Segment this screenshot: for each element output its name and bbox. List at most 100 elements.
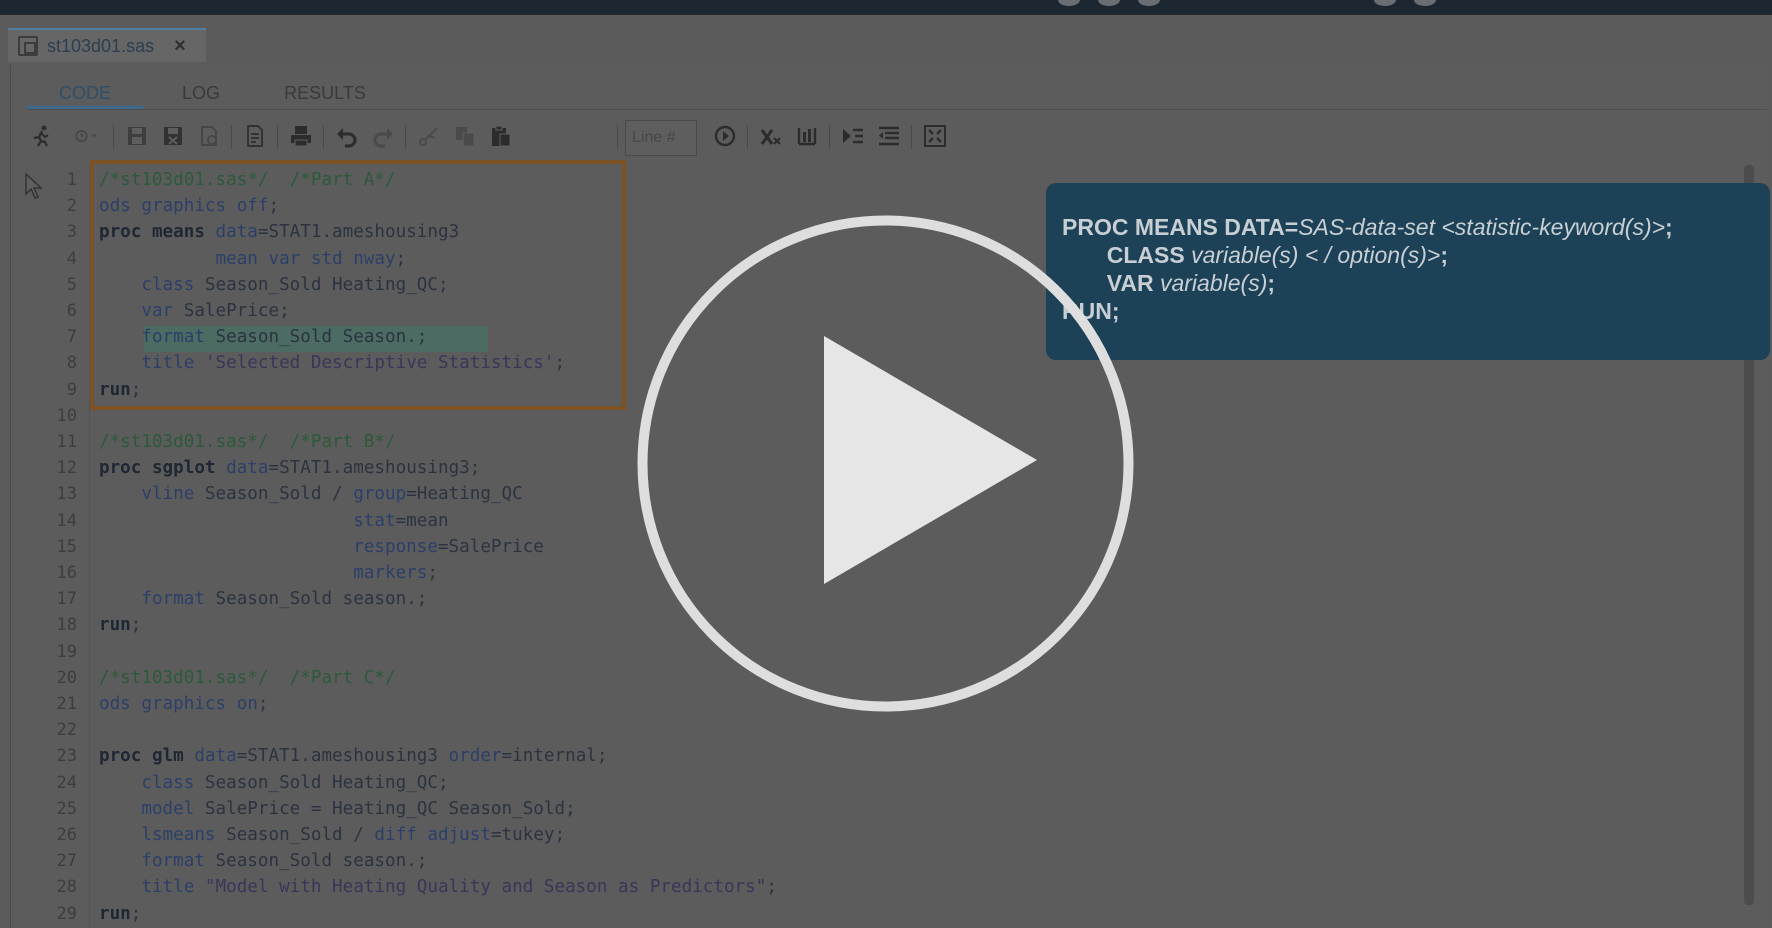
code-token: proc glm (99, 746, 184, 767)
code-token: model (99, 798, 195, 819)
syntax-line-proc-means: PROC MEANS DATA=SAS-data-set <statistic-… (1062, 213, 1754, 241)
code-token: diff adjust (374, 825, 491, 845)
code-token: run (99, 615, 131, 636)
toolbar-circle-icon[interactable] (1138, 0, 1160, 6)
line-number: 20 (56, 667, 77, 688)
run-icon[interactable] (27, 121, 57, 151)
code-token: lsmeans (99, 825, 216, 845)
code-token: "Model with Heating Quality and Season a… (194, 877, 767, 898)
code-line[interactable]: run; (99, 612, 141, 638)
tab-code[interactable]: CODE (27, 75, 143, 109)
close-tab-button[interactable]: × (174, 35, 186, 58)
save-as-icon[interactable] (158, 121, 188, 151)
toolbar-circle-icon[interactable] (1058, 0, 1080, 6)
view-tabs: CODE LOG RESULTS (27, 75, 391, 109)
code-token: ; (427, 563, 438, 583)
code-line[interactable]: format Season_Sold season.; (99, 848, 427, 874)
outdent-icon[interactable] (874, 121, 904, 151)
code-token: proc sgplot (99, 458, 216, 479)
line-number-input[interactable] (625, 120, 697, 156)
undo-icon[interactable] (332, 121, 362, 151)
code-token: format (99, 589, 205, 610)
syntax-token: ; (1440, 242, 1449, 268)
part-a-highlight-box (90, 160, 626, 410)
toolbar-separator (405, 125, 406, 149)
line-number: 27 (56, 851, 77, 872)
code-line[interactable]: vline Season_Sold / group=Heating_QC (99, 481, 523, 507)
globe-icon[interactable] (1374, 0, 1396, 6)
paste-icon[interactable] (486, 121, 516, 151)
syntax-token: variable(s) < / option(s)> (1191, 242, 1441, 268)
document-icon[interactable] (240, 121, 270, 151)
code-line[interactable]: response=SalePrice (99, 534, 544, 560)
code-token: /*st103d01.sas*/ /*Part C*/ (99, 667, 396, 688)
code-token: =tukey; (490, 825, 566, 845)
code-line[interactable]: run; (99, 901, 141, 927)
code-token: Season_Sold / (215, 825, 375, 845)
play-button[interactable] (634, 212, 1137, 715)
code-token: order (448, 746, 502, 767)
line-number: 16 (56, 563, 77, 583)
code-token: vline (99, 484, 195, 505)
code-line[interactable]: stat=mean (99, 508, 448, 534)
code-line[interactable]: markers; (99, 560, 438, 586)
code-token: =STAT1.ameshousing3; (268, 458, 481, 479)
tab-results[interactable]: RESULTS (259, 75, 391, 109)
code-token: =Heating_QC (406, 484, 523, 505)
line-number: 29 (56, 903, 77, 924)
cut-icon[interactable] (414, 121, 444, 151)
line-number: 10 (56, 405, 77, 426)
line-number: 26 (56, 825, 77, 845)
toolbar-separator (277, 125, 278, 149)
save-icon[interactable] (122, 121, 152, 151)
history-icon[interactable] (65, 121, 107, 151)
line-number: 14 (56, 510, 77, 531)
toolbar-separator (829, 125, 830, 149)
line-number: 22 (56, 720, 77, 741)
syntax-line-run: RUN; (1062, 297, 1754, 325)
code-line[interactable]: title "Model with Heating Quality and Se… (99, 874, 777, 900)
clear-icon[interactable] (756, 121, 786, 151)
toolbar-separator (231, 125, 232, 149)
code-line[interactable]: proc glm data=STAT1.ameshousing3 order=i… (99, 743, 607, 769)
code-line[interactable]: class Season_Sold Heating_QC; (99, 770, 449, 796)
go-to-line-icon[interactable] (710, 121, 740, 151)
code-token: ; (130, 903, 142, 924)
line-number: 12 (56, 458, 77, 479)
code-line[interactable]: /*st103d01.sas*/ /*Part B*/ (99, 429, 396, 455)
code-token: ; (257, 694, 269, 714)
user-icon[interactable] (1414, 0, 1436, 6)
code-line[interactable]: ods graphics on; (99, 691, 268, 717)
copy-icon[interactable] (450, 121, 480, 151)
code-line[interactable]: format Season_Sold season.; (99, 586, 427, 612)
syntax-token: ; (1665, 214, 1673, 240)
toolbar-separator (323, 125, 324, 149)
line-number: 19 (56, 641, 77, 662)
maximize-icon[interactable] (920, 121, 950, 151)
print-icon[interactable] (286, 121, 316, 151)
code-line[interactable]: model SalePrice = Heating_QC Season_Sold… (99, 796, 575, 822)
code-line[interactable]: proc sgplot data=STAT1.ameshousing3; (99, 455, 480, 481)
line-number: 25 (56, 798, 77, 819)
code-token: response (99, 536, 438, 557)
code-line[interactable]: lsmeans Season_Sold / diff adjust=tukey; (99, 822, 565, 848)
line-number: 6 (66, 301, 77, 321)
indent-icon[interactable] (838, 121, 868, 151)
line-number: 11 (56, 432, 77, 452)
format-code-icon[interactable] (792, 121, 822, 151)
play-icon (824, 336, 1037, 584)
code-token: Season_Sold Heating_QC; (194, 772, 449, 793)
mouse-cursor-icon (25, 172, 43, 199)
code-token: Season_Sold season.; (204, 851, 428, 872)
redo-icon[interactable] (368, 121, 398, 151)
code-token: data (215, 458, 269, 479)
tab-log[interactable]: LOG (143, 75, 259, 109)
syntax-token: variable(s) (1159, 270, 1268, 296)
save-copy-icon[interactable] (194, 121, 224, 151)
toolbar-separator (113, 125, 114, 149)
code-line[interactable]: /*st103d01.sas*/ /*Part C*/ (99, 665, 396, 691)
file-tab[interactable]: st103d01.sas × (8, 28, 206, 62)
syntax-line-var: VAR variable(s); (1062, 269, 1754, 297)
program-file-icon (18, 36, 38, 56)
toolbar-circle-icon[interactable] (1098, 0, 1120, 6)
